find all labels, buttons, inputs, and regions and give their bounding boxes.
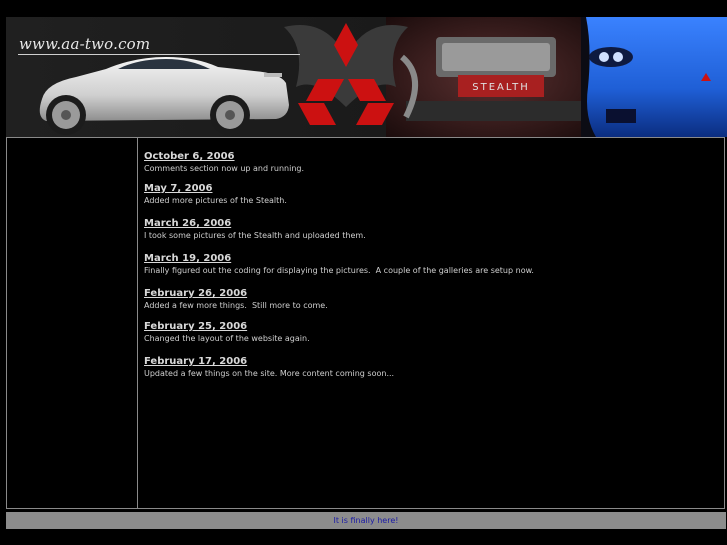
news-text: Changed the layout of the website again. (144, 334, 310, 343)
news-text: I took some pictures of the Stealth and … (144, 231, 366, 240)
news-entry: March 26, 2006 I took some pictures of t… (144, 211, 366, 241)
engine-badge: STEALTH (472, 82, 529, 93)
news-entry: February 17, 2006 Updated a few things o… (144, 349, 394, 379)
blue-car-image (581, 17, 727, 137)
news-entry: February 26, 2006 Added a few more thing… (144, 281, 328, 311)
news-date-link[interactable]: October 6, 2006 (144, 151, 235, 163)
news-entry: February 25, 2006 Changed the layout of … (144, 314, 310, 344)
sidebar (7, 138, 138, 508)
site-title[interactable]: www.aa-two.com (19, 35, 150, 53)
news-text: Added more pictures of the Stealth. (144, 196, 287, 205)
news-text: Updated a few things on the site. More c… (144, 369, 395, 378)
news-date-link[interactable]: February 26, 2006 (144, 288, 247, 300)
engine-bay-image: STEALTH (386, 17, 596, 137)
footer-text: It is finally here! (333, 516, 399, 525)
header-banner: STEALTH www.aa-two.com (6, 17, 727, 137)
news-date-link[interactable]: March 26, 2006 (144, 218, 231, 230)
news-date-link[interactable]: February 25, 2006 (144, 321, 247, 333)
news-text: Added a few more things. Still more to c… (144, 301, 328, 310)
news-text: Finally figured out the coding for displ… (144, 266, 534, 275)
title-underline (18, 54, 300, 55)
news-date-link[interactable]: May 7, 2006 (144, 183, 212, 195)
news-date-link[interactable]: March 19, 2006 (144, 253, 231, 265)
main-frame: October 6, 2006 Comments section now up … (6, 137, 725, 509)
news-text: Comments section now up and running. (144, 164, 305, 173)
news-entry: October 6, 2006 Comments section now up … (144, 144, 304, 174)
news-entry: March 19, 2006 Finally figured out the c… (144, 246, 534, 276)
news-date-link[interactable]: February 17, 2006 (144, 356, 247, 368)
footer-bar: It is finally here! (6, 512, 726, 529)
news-entry: May 7, 2006 Added more pictures of the S… (144, 176, 287, 206)
